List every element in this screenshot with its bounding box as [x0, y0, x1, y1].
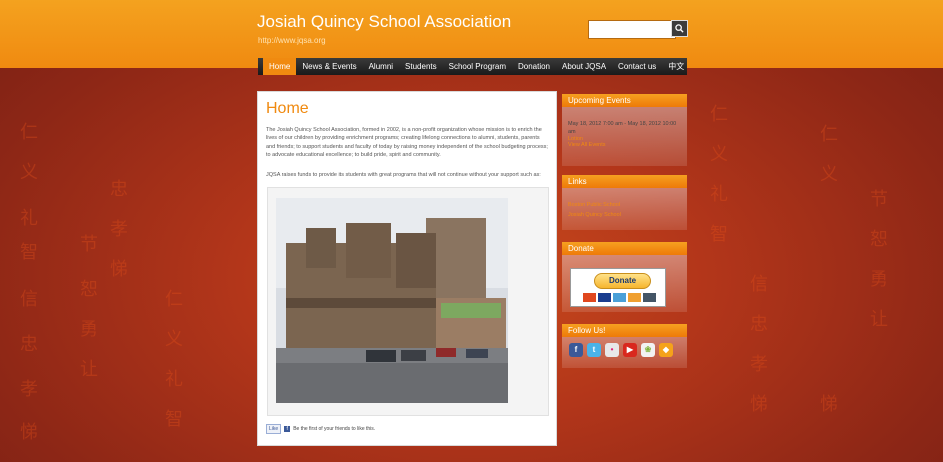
event-time: May 18, 2012 7:00 am - May 18, 2012 10:0… [568, 121, 677, 135]
nav-home[interactable]: Home [263, 58, 297, 75]
youtube-icon[interactable]: ▶ [623, 343, 637, 357]
facebook-icon[interactable]: f [569, 343, 583, 357]
nav-donation[interactable]: Donation [512, 58, 556, 75]
discover-icon [628, 293, 641, 302]
widget-title: Upcoming Events [562, 94, 687, 107]
widget-title: Donate [562, 242, 687, 255]
main-content: Home The Josiah Quincy School Associatio… [257, 91, 557, 446]
nav-about[interactable]: About JQSA [556, 58, 612, 75]
nav-contact[interactable]: Contact us [612, 58, 662, 75]
links-widget: Links Boston Public School Josiah Quincy… [562, 175, 687, 230]
site-url: http://www.jqsa.org [258, 36, 326, 45]
payment-cards [583, 293, 656, 302]
widget-title: Follow Us! [562, 324, 687, 337]
widget-title: Links [562, 175, 687, 188]
donate-button[interactable]: Donate [594, 273, 651, 289]
search-icon [675, 24, 684, 33]
mission-paragraph: The Josiah Quincy School Association, fo… [266, 127, 548, 159]
facebook-like: Like f Be the first of your friends to l… [266, 424, 375, 434]
donate-widget: Donate Donate [562, 242, 687, 312]
bank-icon [643, 293, 656, 302]
like-text: Be the first of your friends to like thi… [293, 426, 376, 432]
link-boston-public-school[interactable]: Boston Public School [562, 202, 687, 208]
school-building-photo [276, 198, 508, 403]
facebook-icon: f [284, 426, 291, 432]
nav-students[interactable]: Students [399, 58, 443, 75]
main-nav: Home News & Events Alumni Students Schoo… [258, 58, 687, 75]
twitter-icon[interactable]: t [587, 343, 601, 357]
picasa-icon[interactable]: ❀ [641, 343, 655, 357]
amex-icon [613, 293, 626, 302]
follow-us-widget: Follow Us! f t • ▶ ❀ ◆ [562, 324, 687, 368]
social-icons: f t • ▶ ❀ ◆ [569, 343, 673, 357]
nav-alumni[interactable]: Alumni [363, 58, 399, 75]
page-title: Home [266, 100, 309, 117]
mastercard-icon [583, 293, 596, 302]
paypal-donate-button[interactable]: Donate [570, 268, 666, 307]
site-title[interactable]: Josiah Quincy School Association [257, 12, 511, 32]
visa-icon [598, 293, 611, 302]
like-button[interactable]: Like [266, 424, 282, 434]
search-input[interactable] [588, 20, 676, 39]
nav-school-program[interactable]: School Program [443, 58, 512, 75]
photo-frame [267, 187, 549, 416]
nav-news-events[interactable]: News & Events [296, 58, 362, 75]
upcoming-events-widget: Upcoming Events May 18, 2012 7:00 am - M… [562, 94, 687, 166]
support-paragraph: JQSA raises funds to provide its student… [266, 172, 541, 178]
flickr-icon[interactable]: • [605, 343, 619, 357]
link-josiah-quincy-school[interactable]: Josiah Quincy School [562, 212, 687, 218]
nav-chinese[interactable]: 中文 [662, 58, 690, 75]
search-button[interactable] [671, 20, 688, 37]
rss-icon[interactable]: ◆ [659, 343, 673, 357]
view-all-events-link[interactable]: View All Events [562, 142, 687, 148]
